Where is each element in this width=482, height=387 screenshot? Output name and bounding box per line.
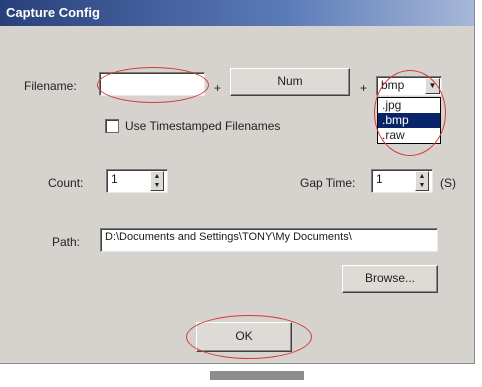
spin-down-icon[interactable]: ▼ — [416, 181, 428, 190]
plus-sign: + — [214, 81, 222, 95]
highlight-ring-ok — [186, 315, 312, 359]
timestamp-label: Use Timestamped Filenames — [125, 119, 281, 133]
gap-time-spinner[interactable]: ▲ ▼ — [415, 171, 429, 191]
count-spinner[interactable]: ▲ ▼ — [150, 171, 164, 191]
path-label: Path: — [52, 235, 81, 249]
highlight-ring-extension — [374, 70, 446, 156]
gap-time-unit: (S) — [440, 176, 456, 190]
spin-up-icon[interactable]: ▲ — [416, 172, 428, 181]
spin-up-icon[interactable]: ▲ — [151, 172, 163, 181]
plus-sign: + — [360, 81, 368, 95]
path-input[interactable]: D:\Documents and Settings\TONY\My Docume… — [100, 228, 438, 252]
num-button[interactable]: Num — [230, 68, 350, 96]
spin-down-icon[interactable]: ▼ — [151, 181, 163, 190]
window-title: Capture Config — [6, 5, 100, 20]
highlight-ring-filename — [97, 67, 209, 103]
timestamp-checkbox[interactable] — [105, 119, 119, 133]
filename-label: Filename: — [24, 79, 77, 93]
title-bar: Capture Config — [0, 0, 474, 26]
capture-config-dialog: Capture Config Filename: + Num + bmp ▼ .… — [0, 0, 475, 364]
gap-time-label: Gap Time: — [300, 176, 356, 190]
browse-button[interactable]: Browse... — [342, 265, 438, 293]
gap-time-value: 1 — [376, 172, 383, 186]
count-label: Count: — [48, 176, 84, 190]
count-value: 1 — [111, 172, 118, 186]
bottom-bar — [210, 371, 304, 380]
